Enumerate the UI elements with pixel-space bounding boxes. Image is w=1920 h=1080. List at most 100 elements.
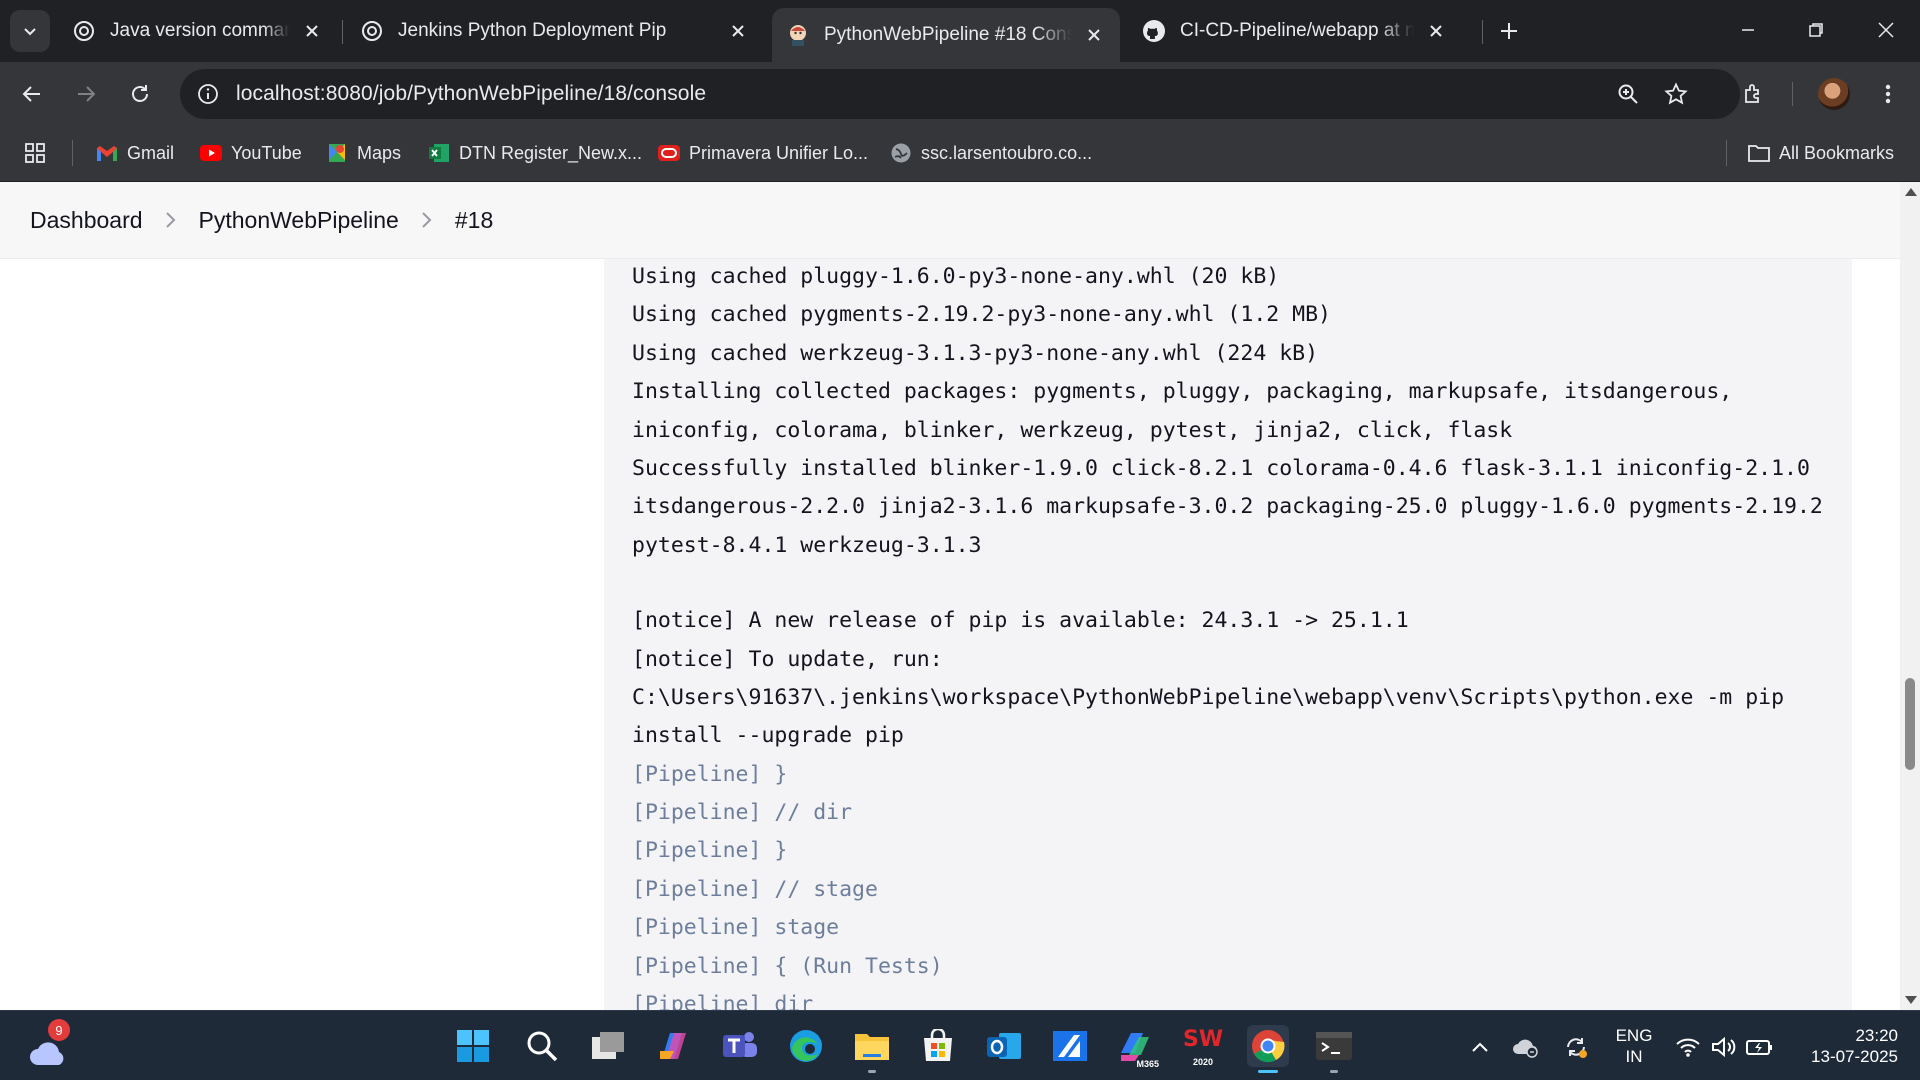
close-icon — [1878, 22, 1894, 38]
pipeline-log-line[interactable]: [Pipeline] { (Run Tests) — [632, 948, 1842, 986]
oracle-icon — [658, 142, 680, 164]
reload-button[interactable] — [122, 76, 158, 112]
close-icon[interactable] — [300, 19, 324, 43]
tab-jenkins-python-deployment[interactable]: Jenkins Python Deployment Pip — [346, 9, 764, 53]
pipeline-log-line[interactable]: [Pipeline] // dir — [632, 794, 1842, 832]
microsoft-store-button[interactable] — [917, 1025, 959, 1067]
tab-jenkins-console[interactable]: PythonWebPipeline #18 Console — [772, 8, 1120, 62]
new-tab-button[interactable] — [1494, 16, 1524, 46]
console-line: [notice] A new release of pip is availab… — [632, 608, 1409, 634]
wifi-tray-button[interactable] — [1674, 1033, 1702, 1061]
sync-icon — [1567, 1038, 1587, 1058]
bookmark-dtn-register[interactable]: DTN Register_New.x... — [428, 139, 642, 167]
close-window-button[interactable] — [1866, 12, 1906, 48]
kebab-menu-icon — [1885, 84, 1891, 104]
console-line: Using cached pluggy-1.6.0-py3-none-any.w… — [632, 264, 1280, 289]
bookmark-gmail[interactable]: Gmail — [96, 139, 174, 167]
tab-separator — [1482, 20, 1483, 44]
bookmark-maps[interactable]: Maps — [326, 139, 401, 167]
restore-icon — [1809, 23, 1823, 37]
tab-title: Jenkins Python Deployment Pip — [398, 20, 667, 41]
chevron-right-icon — [165, 211, 177, 229]
address-bar[interactable]: localhost:8080/job/PythonWebPipeline/18/… — [180, 69, 1740, 119]
m365-button[interactable]: M365 — [1115, 1025, 1159, 1069]
pipeline-log-line[interactable]: [Pipeline] // stage — [632, 871, 1842, 909]
forward-button[interactable] — [68, 76, 104, 112]
tab-search-button[interactable] — [10, 10, 50, 52]
outlook-button[interactable] — [983, 1025, 1025, 1067]
autodesk-button[interactable] — [1049, 1025, 1091, 1067]
url-text[interactable]: localhost:8080/job/PythonWebPipeline/18/… — [236, 82, 706, 106]
apps-grid-button[interactable] — [24, 139, 46, 167]
teams-icon — [723, 1032, 757, 1057]
teams-button[interactable] — [719, 1025, 761, 1067]
pipeline-log-line[interactable]: [Pipeline] dir — [632, 986, 1842, 1010]
pipeline-log-line[interactable]: [Pipeline] } — [632, 756, 1842, 794]
edge-icon — [790, 1030, 822, 1062]
puzzle-icon — [1745, 84, 1759, 103]
chrome-button[interactable] — [1247, 1025, 1289, 1073]
file-explorer-button[interactable] — [851, 1025, 893, 1073]
system-clock[interactable]: 23:20 13-07-2025 — [1788, 1025, 1898, 1067]
battery-tray-button[interactable] — [1746, 1033, 1774, 1061]
tab-java-version[interactable]: Java version command error — [58, 9, 338, 53]
bookmark-separator — [72, 140, 73, 166]
site-info-icon[interactable] — [192, 78, 224, 110]
minimize-button[interactable] — [1728, 12, 1768, 48]
bookmark-label: YouTube — [231, 142, 302, 163]
weather-widget[interactable]: 9 — [28, 1019, 74, 1067]
jenkins-icon — [790, 25, 806, 46]
sync-tray-button[interactable] — [1562, 1033, 1590, 1061]
start-button[interactable] — [452, 1025, 494, 1067]
close-icon[interactable] — [1424, 19, 1448, 43]
all-bookmarks-button[interactable]: All Bookmarks — [1748, 139, 1894, 167]
bookmarks-bar: Gmail YouTube Maps DTN Register_New.x...… — [0, 126, 1920, 182]
scrollbar-thumb[interactable] — [1905, 678, 1915, 770]
bookmark-youtube[interactable]: YouTube — [200, 139, 302, 167]
folder-icon — [1748, 142, 1770, 164]
page-scrollbar[interactable] — [1900, 182, 1920, 1010]
running-indicator — [868, 1070, 876, 1073]
browser-tab-strip: Java version command error Jenkins Pytho… — [0, 0, 1920, 62]
copilot-button[interactable] — [653, 1025, 695, 1067]
browser-menu-button[interactable] — [1870, 76, 1906, 112]
scroll-up-arrow-icon[interactable] — [1905, 188, 1917, 196]
tab-github-webapp[interactable]: CI-CD-Pipeline/webapp at main — [1128, 9, 1462, 53]
restore-button[interactable] — [1796, 12, 1836, 48]
close-icon[interactable] — [1082, 23, 1106, 47]
breadcrumb-dashboard[interactable]: Dashboard — [30, 201, 143, 240]
bookmark-ssc[interactable]: ssc.larsentoubro.co... — [890, 139, 1092, 167]
task-view-button[interactable] — [587, 1025, 629, 1067]
profile-avatar[interactable] — [1818, 78, 1850, 110]
scroll-down-arrow-icon[interactable] — [1905, 996, 1917, 1004]
volume-tray-button[interactable] — [1710, 1033, 1738, 1061]
globe-icon — [890, 142, 912, 164]
console-line: pytest-8.4.1 werkzeug-3.1.3 — [632, 532, 982, 558]
onedrive-tray-button[interactable] — [1512, 1033, 1540, 1061]
battery-charging-icon — [1746, 1040, 1772, 1055]
show-hidden-icons-button[interactable] — [1466, 1033, 1494, 1061]
pipeline-log-line[interactable]: [Pipeline] } — [632, 832, 1842, 870]
bookmark-star-icon[interactable] — [1660, 78, 1692, 110]
breadcrumb-job[interactable]: PythonWebPipeline — [199, 201, 399, 240]
chevron-down-icon — [24, 28, 36, 36]
tab-title: CI-CD-Pipeline/webapp at main — [1180, 20, 1414, 41]
solidworks-button[interactable]: SW 2020 — [1181, 1025, 1223, 1067]
edge-button[interactable] — [785, 1025, 827, 1067]
taskbar-search-button[interactable] — [521, 1025, 563, 1067]
speaker-icon — [1712, 1036, 1736, 1058]
clock-date: 13-07-2025 — [1811, 1047, 1898, 1066]
apps-grid-icon — [25, 143, 45, 163]
terminal-button[interactable] — [1313, 1025, 1355, 1073]
language-indicator[interactable]: ENG IN — [1612, 1025, 1656, 1067]
minimize-icon — [1742, 29, 1754, 31]
close-icon[interactable] — [726, 19, 750, 43]
bookmark-label: Gmail — [127, 142, 175, 163]
extensions-button[interactable] — [1736, 76, 1772, 112]
back-button[interactable] — [14, 76, 50, 112]
pipeline-log-line[interactable]: [Pipeline] stage — [632, 909, 1842, 947]
bookmark-primavera[interactable]: Primavera Unifier Lo... — [658, 139, 868, 167]
breadcrumb-build[interactable]: #18 — [455, 201, 493, 240]
zoom-icon[interactable] — [1612, 78, 1644, 110]
cloud-icon — [30, 1042, 64, 1065]
